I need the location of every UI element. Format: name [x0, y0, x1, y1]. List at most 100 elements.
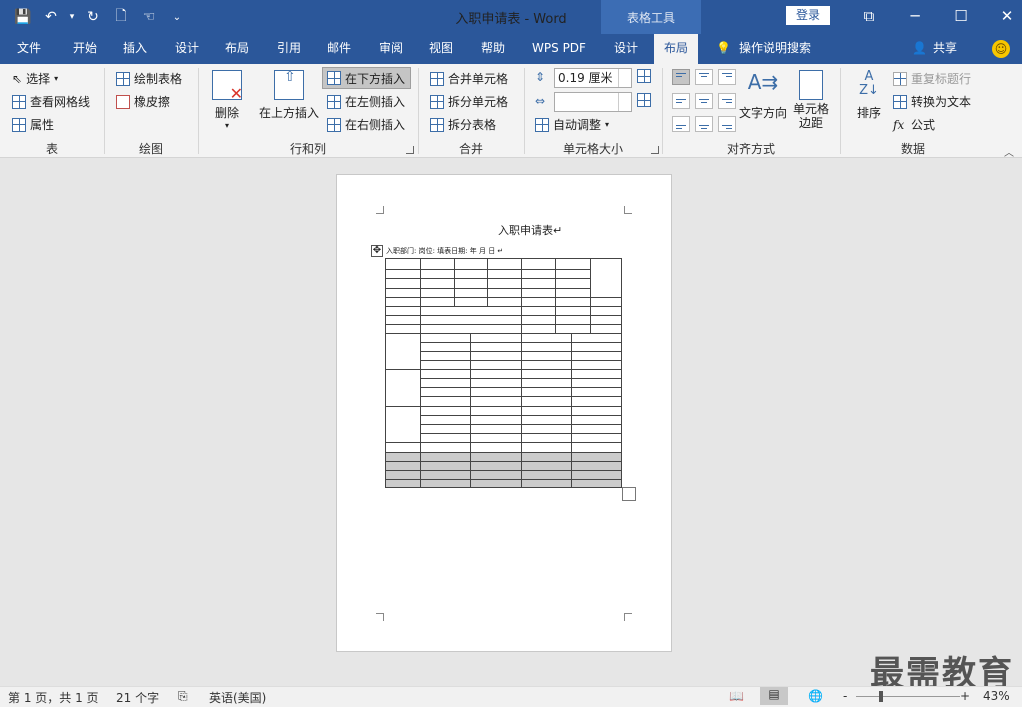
- insert-left-button[interactable]: 在左侧插入: [327, 93, 405, 110]
- rows-columns-launcher-icon[interactable]: [406, 146, 414, 154]
- zoom-slider-track[interactable]: [856, 696, 960, 697]
- align-middle-left-button[interactable]: [672, 93, 690, 109]
- column-width-input[interactable]: [554, 92, 632, 112]
- word-count[interactable]: 21 个字: [116, 689, 159, 706]
- text-direction-button[interactable]: A⇉ 文字方向: [738, 70, 788, 121]
- application-table[interactable]: [385, 258, 622, 488]
- convert-to-text-button[interactable]: 转换为文本: [893, 93, 971, 110]
- align-top-left-button[interactable]: [672, 69, 690, 85]
- maximize-icon[interactable]: ☐: [938, 0, 984, 32]
- read-mode-icon[interactable]: 📖: [729, 689, 744, 703]
- tab-table-layout[interactable]: 布局: [654, 34, 698, 64]
- distribute-rows-icon[interactable]: [637, 69, 651, 83]
- delete-table-icon: ✕: [212, 70, 243, 103]
- share-button[interactable]: 👤 共享: [912, 34, 957, 64]
- table-row-line: [386, 369, 621, 370]
- fx-icon: fx: [893, 117, 905, 132]
- tab-design[interactable]: 设计: [164, 34, 210, 64]
- align-middle-right-button[interactable]: [718, 93, 736, 109]
- align-top-right-button[interactable]: [718, 69, 736, 85]
- table-row-line: [386, 479, 621, 480]
- properties-button[interactable]: 属性: [12, 116, 54, 133]
- formula-button[interactable]: fx 公式: [893, 116, 935, 133]
- delete-label: 删除: [214, 106, 239, 120]
- tab-view[interactable]: 视图: [418, 34, 464, 64]
- tab-review[interactable]: 审阅: [368, 34, 414, 64]
- align-bottom-right-button[interactable]: [718, 116, 736, 132]
- share-label: 共享: [932, 41, 957, 55]
- window-controls: ⧉ ─ ☐ ✕: [846, 0, 1022, 32]
- crop-mark: [624, 206, 632, 214]
- autofit-label: 自动调整: [553, 118, 602, 132]
- table-row-line: [386, 406, 621, 407]
- split-table-button[interactable]: 拆分表格: [430, 116, 496, 133]
- select-label: 选择: [26, 72, 51, 86]
- align-bottom-left-button[interactable]: [672, 116, 690, 132]
- cell-margins-button[interactable]: 单元格 边距: [790, 70, 832, 130]
- zoom-slider-thumb[interactable]: [879, 691, 883, 702]
- delete-button[interactable]: ✕ 删除 ▾: [208, 70, 246, 130]
- tab-references[interactable]: 引用: [266, 34, 312, 64]
- draw-table-button[interactable]: 绘制表格: [116, 70, 182, 87]
- split-cells-icon: [430, 94, 444, 109]
- document-heading[interactable]: 入职申请表↵: [498, 222, 562, 238]
- insert-right-button[interactable]: 在右侧插入: [327, 116, 405, 133]
- zoom-in-button[interactable]: +: [960, 689, 970, 703]
- tab-layout[interactable]: 布局: [214, 34, 260, 64]
- table-resize-handle-icon[interactable]: [622, 487, 636, 501]
- draw-table-label: 绘制表格: [134, 72, 183, 86]
- merge-cells-label: 合并单元格: [448, 72, 509, 86]
- tab-insert[interactable]: 插入: [112, 34, 158, 64]
- tab-wps-pdf[interactable]: WPS PDF: [524, 34, 594, 64]
- proofing-icon[interactable]: ⎘: [178, 689, 188, 704]
- align-middle-center-button[interactable]: [695, 93, 713, 109]
- view-gridlines-label: 查看网格线: [30, 95, 91, 109]
- sort-button[interactable]: A Z↓ 排序: [852, 70, 886, 121]
- tab-mailings[interactable]: 邮件: [316, 34, 362, 64]
- table-column-line: [487, 259, 488, 306]
- sort-az-icon: A Z↓: [859, 69, 879, 98]
- tab-file[interactable]: 文件: [6, 34, 52, 64]
- ribbon-display-icon[interactable]: ⧉: [846, 0, 892, 32]
- collapse-ribbon-icon[interactable]: ︿: [1004, 144, 1014, 159]
- cursor-arrow-icon: ⇖: [12, 71, 23, 86]
- document-info-line[interactable]: 入职部门: 岗位: 填表日期: 年 月 日 ↵: [386, 246, 503, 256]
- minimize-icon[interactable]: ─: [892, 0, 938, 32]
- group-label-rows-columns: 行和列: [289, 142, 326, 156]
- autofit-button[interactable]: 自动调整 ▾: [535, 116, 609, 133]
- merge-cells-icon: [430, 71, 444, 86]
- login-button[interactable]: 登录: [786, 6, 830, 25]
- feedback-smiley-icon[interactable]: ☺: [992, 40, 1010, 58]
- tab-home[interactable]: 开始: [62, 34, 108, 64]
- language-indicator[interactable]: 英语(美国): [209, 689, 266, 706]
- table-move-handle-icon[interactable]: ✥: [371, 245, 383, 257]
- table-row-line: [386, 470, 621, 471]
- print-layout-icon[interactable]: ▤: [760, 687, 788, 705]
- row-height-input[interactable]: 0.19 厘米: [554, 68, 632, 88]
- tab-table-design[interactable]: 设计: [604, 34, 648, 64]
- eraser-button[interactable]: 橡皮擦: [116, 93, 170, 110]
- cell-size-launcher-icon[interactable]: [651, 146, 659, 154]
- select-button[interactable]: ⇖ 选择 ▾: [12, 70, 58, 87]
- page-count[interactable]: 第 1 页，共 1 页: [8, 689, 99, 706]
- repeat-header-label: 重复标题行: [911, 72, 972, 86]
- align-bottom-center-button[interactable]: [695, 116, 713, 132]
- view-gridlines-button[interactable]: 查看网格线: [12, 93, 90, 110]
- zoom-out-button[interactable]: -: [843, 689, 847, 703]
- group-label-merge: 合并: [458, 142, 483, 156]
- close-icon[interactable]: ✕: [984, 0, 1022, 32]
- tell-me-search[interactable]: 💡 操作说明搜索: [716, 34, 811, 64]
- web-layout-icon[interactable]: 🌐: [808, 689, 823, 703]
- table-column-line: [555, 259, 556, 333]
- tab-help[interactable]: 帮助: [470, 34, 516, 64]
- split-cells-button[interactable]: 拆分单元格: [430, 93, 508, 110]
- convert-to-text-label: 转换为文本: [911, 95, 972, 109]
- insert-above-button[interactable]: ⇧ 在上方插入: [256, 69, 322, 121]
- merge-cells-button[interactable]: 合并单元格: [430, 70, 508, 87]
- insert-below-button[interactable]: 在下方插入: [322, 67, 411, 89]
- zoom-level[interactable]: 43%: [983, 689, 1010, 703]
- distribute-columns-icon[interactable]: [637, 93, 651, 107]
- table-properties-icon: [12, 117, 26, 132]
- repeat-header-rows-button[interactable]: 重复标题行: [893, 70, 971, 87]
- align-top-center-button[interactable]: [695, 69, 713, 85]
